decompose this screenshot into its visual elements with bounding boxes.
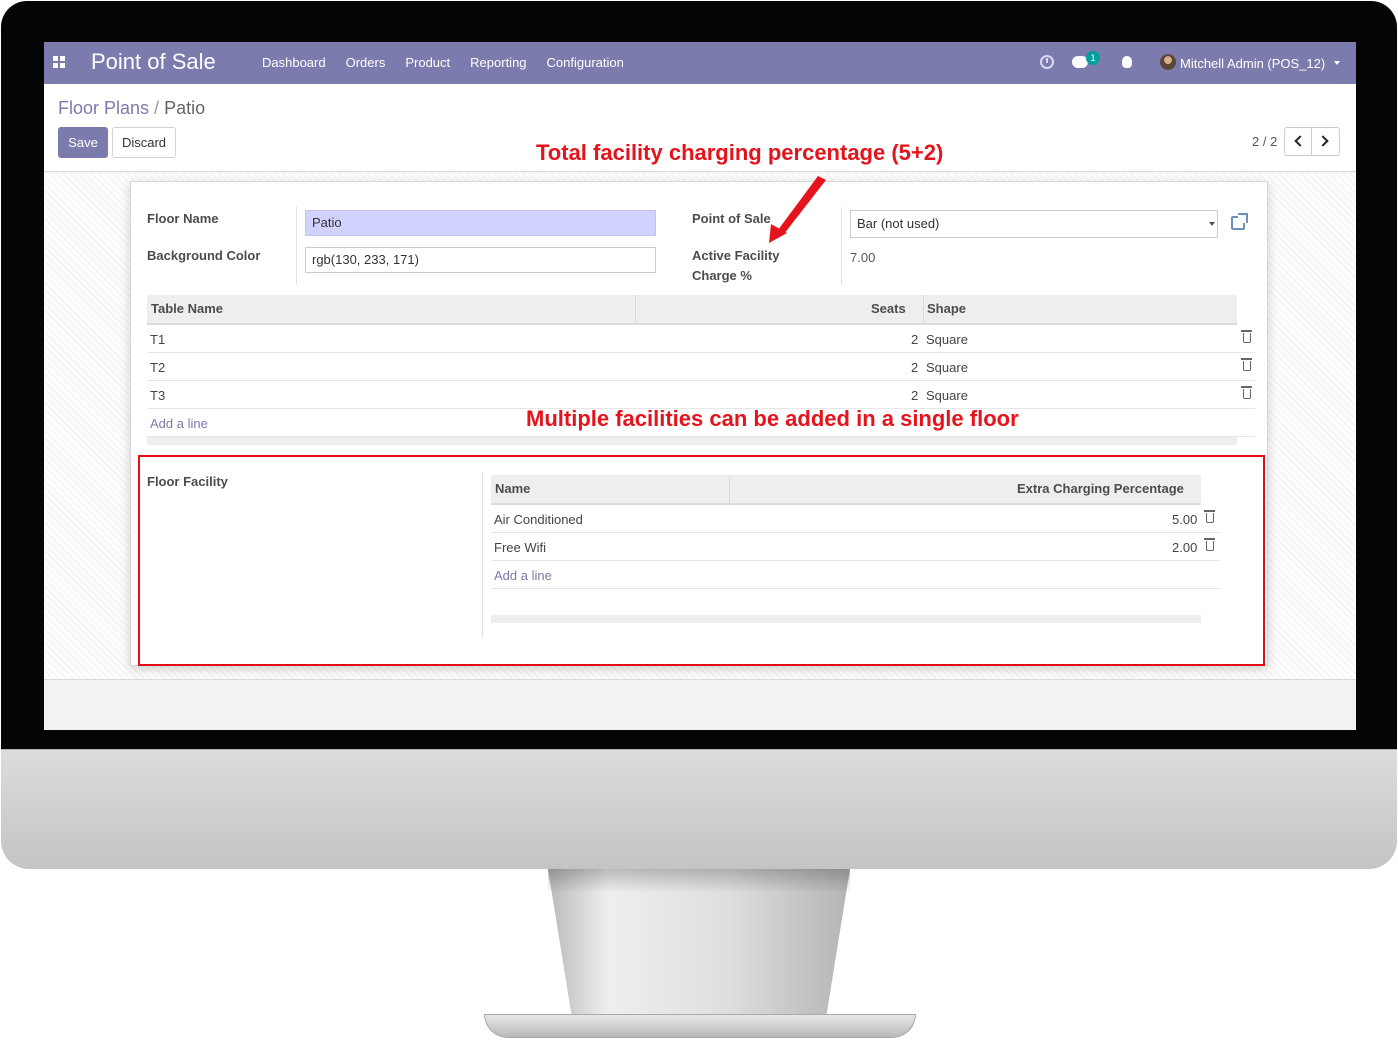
trash-icon[interactable] — [1241, 330, 1252, 343]
menu-configuration[interactable]: Configuration — [547, 55, 624, 70]
background-color-label: Background Color — [147, 248, 261, 263]
table-row-name: T3 — [150, 388, 166, 403]
active-facility-charge-label-line1: Active Facility — [692, 248, 780, 263]
table-row-shape: Square — [926, 360, 968, 375]
save-button[interactable]: Save — [58, 127, 108, 158]
user-caret-down-icon[interactable] — [1334, 61, 1340, 65]
menu-dashboard[interactable]: Dashboard — [262, 55, 326, 70]
table-row-seats: 2 — [911, 332, 919, 347]
column-seats[interactable]: Seats — [871, 301, 906, 316]
column-separator — [923, 295, 924, 325]
app-brand[interactable]: Point of Sale — [91, 49, 216, 75]
breadcrumb-separator: / — [154, 98, 160, 118]
user-menu[interactable]: Mitchell Admin (POS_12) — [1180, 56, 1325, 71]
point-of-sale-select[interactable]: Bar (not used) — [850, 210, 1218, 238]
select-caret-down-icon — [1209, 222, 1215, 226]
menu-reporting[interactable]: Reporting — [470, 55, 526, 70]
discard-button[interactable]: Discard — [112, 127, 176, 158]
monitor-frame: Point of Sale Dashboard Orders Product R… — [0, 0, 1398, 1040]
annotation-total-charge: Total facility charging percentage (5+2) — [536, 140, 944, 165]
main-menu: Dashboard Orders Product Reporting Confi… — [262, 55, 644, 70]
column-shape[interactable]: Shape — [927, 301, 966, 316]
table-row-seats: 2 — [911, 360, 919, 375]
table-row-shape: Square — [926, 388, 968, 403]
table-row[interactable]: T2 2 Square — [147, 353, 1255, 381]
tables-list-header: Table Name Seats Shape — [147, 295, 1237, 325]
breadcrumb-floor-plans[interactable]: Floor Plans — [58, 98, 149, 118]
table-row[interactable]: T1 2 Square — [147, 325, 1255, 353]
activity-clock-icon[interactable] — [1040, 55, 1054, 69]
column-separator — [635, 295, 636, 325]
chat-count-badge: 1 — [1086, 51, 1100, 65]
chevron-left-icon — [1294, 135, 1306, 147]
monitor-chin — [1, 749, 1397, 869]
table-row-shape: Square — [926, 332, 968, 347]
facility-highlight-box — [138, 455, 1265, 666]
chevron-right-icon — [1317, 135, 1329, 147]
pager-next-button[interactable] — [1312, 127, 1340, 156]
menu-orders[interactable]: Orders — [346, 55, 386, 70]
column-table-name[interactable]: Table Name — [151, 301, 223, 316]
pager-previous-button[interactable] — [1284, 127, 1312, 156]
table-row[interactable]: T3 2 Square — [147, 381, 1255, 409]
external-link-icon[interactable] — [1231, 213, 1248, 230]
floor-name-input[interactable]: Patio — [305, 210, 656, 236]
point-of-sale-label: Point of Sale — [692, 211, 771, 226]
breadcrumb: Floor Plans / Patio — [58, 98, 205, 119]
apps-grid-icon[interactable] — [53, 56, 65, 68]
floor-name-label: Floor Name — [147, 211, 219, 226]
field-divider — [841, 207, 842, 285]
pager-value[interactable]: 2 / 2 — [1252, 134, 1277, 149]
table-row-name: T1 — [150, 332, 166, 347]
annotation-multiple-facilities: Multiple facilities can be added in a si… — [526, 406, 1019, 431]
add-table-line-link[interactable]: Add a line — [150, 416, 208, 431]
trash-icon[interactable] — [1241, 386, 1252, 399]
field-divider — [296, 207, 297, 285]
top-navbar: Point of Sale Dashboard Orders Product R… — [44, 42, 1356, 84]
breadcrumb-current: Patio — [164, 98, 206, 118]
menu-product[interactable]: Product — [405, 55, 450, 70]
active-facility-charge-value: 7.00 — [850, 250, 876, 265]
tables-list-footer — [147, 437, 1237, 445]
background-color-input[interactable]: rgb(130, 233, 171) — [305, 247, 656, 273]
user-avatar[interactable] — [1160, 54, 1176, 70]
monitor-stand-foot — [484, 1014, 916, 1038]
table-row-name: T2 — [150, 360, 166, 375]
monitor-stand-shadow — [548, 869, 850, 893]
active-facility-charge-label-line2: Charge % — [692, 268, 752, 283]
trash-icon[interactable] — [1241, 358, 1252, 371]
table-row-seats: 2 — [911, 388, 919, 403]
debug-bug-icon[interactable] — [1122, 56, 1132, 68]
